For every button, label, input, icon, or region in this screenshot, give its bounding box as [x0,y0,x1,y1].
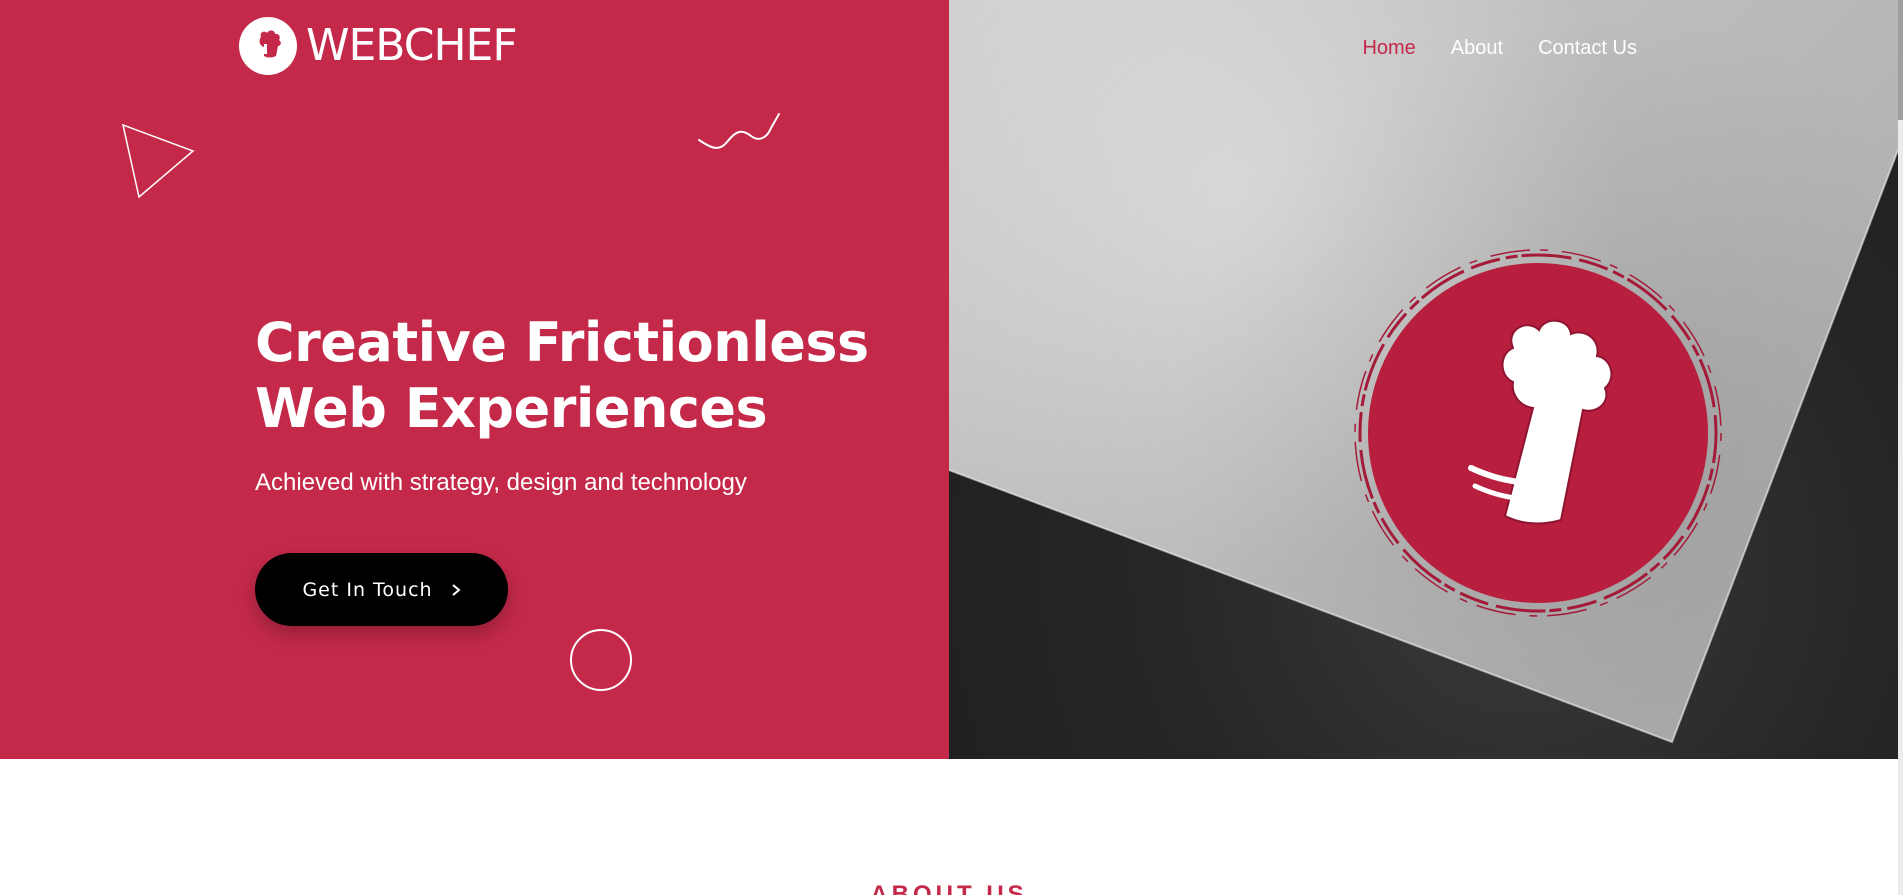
get-in-touch-label: Get In Touch [302,578,433,601]
hero-title: Creative Frictionless Web Experiences [255,311,869,440]
nav-item-about[interactable]: About [1451,34,1503,62]
chef-hat-stamp-icon [1354,249,1722,617]
hero-image [949,0,1898,759]
hero-subtitle: Achieved with strategy, design and techn… [255,469,747,496]
circle-decoration-icon [570,629,632,691]
brand-logo[interactable]: WEBCHEF [239,16,518,76]
hero-section: WEBCHEF Home About Contact Us Creative F… [0,0,1898,759]
triangle-decoration-icon [121,123,195,199]
nav-item-home[interactable]: Home [1362,34,1415,62]
about-heading: ABOUT US [870,881,1028,895]
nav-item-contact-us[interactable]: Contact Us [1538,34,1637,62]
main-nav: Home About Contact Us [1327,34,1637,62]
chevron-right-icon [451,583,461,597]
squiggle-decoration-icon [698,113,780,149]
scrollbar-track[interactable] [1898,0,1903,895]
get-in-touch-button[interactable]: Get In Touch [255,553,508,626]
page: WEBCHEF Home About Contact Us Creative F… [0,0,1903,895]
scrollbar-thumb[interactable] [1898,0,1903,120]
brand-name: WEBCHEF [306,20,518,71]
chef-hat-icon [239,17,297,75]
